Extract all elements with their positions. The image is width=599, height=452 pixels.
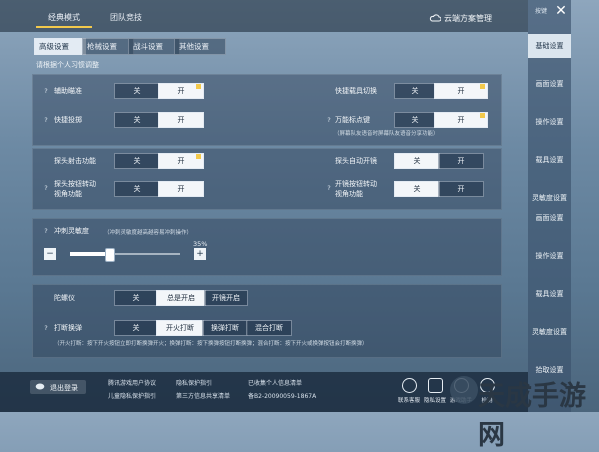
peek-fire-off[interactable]: 关	[114, 153, 160, 169]
peek-view-on[interactable]: 开	[158, 181, 204, 197]
sidebar-item-vehicle-2[interactable]: 载具设置	[528, 282, 571, 306]
interrupt-mixed[interactable]: 混合打断	[246, 320, 292, 336]
quick-throw-label: 快捷投掷	[54, 116, 82, 124]
privacy-settings-icon[interactable]	[428, 378, 443, 393]
quick-vehicle-off[interactable]: 关	[394, 83, 436, 99]
universal-mark-off[interactable]: 关	[394, 112, 436, 128]
sidebar-item-vehicle[interactable]: 载具设置	[528, 148, 571, 172]
help-icon[interactable]: ?	[325, 116, 333, 124]
quick-throw-off[interactable]: 关	[114, 112, 160, 128]
help-icon[interactable]: ?	[42, 87, 50, 95]
settings-group-sprint	[32, 218, 502, 276]
aim-assist-off[interactable]: 关	[114, 83, 160, 99]
quick-vehicle-switch-label: 快捷载具切换	[335, 87, 377, 95]
icp-license: 备B2-20090059-1867A	[248, 393, 317, 400]
sprint-sensitivity-note: （冲刺灵敏度越高越容易冲刺操作）	[104, 230, 193, 236]
sidebar-item-graphics-2[interactable]: 画面设置	[528, 206, 571, 230]
cloud-icon	[429, 14, 442, 22]
cloud-plan-manage-link[interactable]: 云端方案管理	[444, 13, 492, 24]
watermark-text: 天成手游网	[478, 381, 586, 451]
peek-view-label-2: 视角功能	[54, 190, 82, 198]
scope-view-off[interactable]: 关	[394, 181, 440, 197]
quick-throw-on[interactable]: 开	[158, 112, 204, 128]
sidebar-item-basic[interactable]: 基础设置	[528, 34, 571, 58]
link-third-party-share[interactable]: 第三方信息共享清单	[176, 391, 230, 400]
sidebar-item-sensitivity-2[interactable]: 灵敏度设置	[528, 320, 571, 344]
sprint-plus-button[interactable]: +	[194, 248, 206, 260]
peek-view-off[interactable]: 关	[114, 181, 160, 197]
auto-peek-on[interactable]: 开	[438, 153, 484, 169]
scope-view-label-1: 开镜按钮转动	[335, 180, 377, 188]
sprint-slider-handle[interactable]	[104, 248, 115, 262]
scope-view-on[interactable]: 开	[438, 181, 484, 197]
help-icon[interactable]: ?	[42, 227, 50, 235]
sidebar-item-controls-2[interactable]: 操作设置	[528, 244, 571, 268]
section-hint: 请根据个人习惯调整	[36, 61, 99, 69]
gyro-scope-on[interactable]: 开镜开启	[204, 290, 248, 306]
sprint-sensitivity-label: 冲刺灵敏度	[54, 227, 89, 235]
chat-icon	[35, 383, 45, 391]
sprint-slider-fill	[70, 252, 109, 256]
link-personal-info-list[interactable]: 已收集个人信息清单	[248, 378, 302, 387]
subtab-weapon[interactable]: 枪械设置	[82, 38, 134, 55]
subtab-combat[interactable]: 战斗设置	[128, 38, 180, 55]
link-user-agreement[interactable]: 腾讯游戏用户协议	[108, 378, 156, 387]
interrupt-reload-note: （开火打断：按下开火按钮立即打断换弹开火；换弹打断：按下换弹按钮打断换弹；混合打…	[54, 341, 368, 347]
sidebar-item-graphics[interactable]: 画面设置	[528, 72, 571, 96]
universal-mark-label: 万能标点键	[335, 116, 370, 124]
watermark-logo	[450, 376, 478, 404]
subtab-advanced[interactable]: 高级设置	[34, 38, 86, 55]
peek-view-label-1: 探头按钮转动	[54, 180, 96, 188]
interrupt-reload[interactable]: 换弹打断	[202, 320, 248, 336]
help-icon[interactable]: ?	[42, 184, 50, 192]
new-badge-icon	[196, 154, 201, 159]
new-badge-icon	[196, 84, 201, 89]
help-icon[interactable]: ?	[42, 116, 50, 124]
interrupt-reload-label: 打断换弹	[54, 324, 82, 332]
close-icon[interactable]: ✕	[552, 2, 570, 20]
link-privacy-guide[interactable]: 隐私保护指引	[176, 378, 212, 387]
auto-peek-off[interactable]: 关	[394, 153, 440, 169]
customer-service-icon[interactable]	[402, 378, 417, 393]
help-icon[interactable]: ?	[42, 324, 50, 332]
new-badge-icon	[480, 84, 485, 89]
gyroscope-label: 陀螺仪	[54, 294, 75, 302]
logout-label[interactable]: 退出登录	[50, 383, 78, 393]
new-badge-icon	[480, 113, 485, 118]
sidebar-top-label: 按键	[535, 8, 548, 15]
interrupt-fire[interactable]: 开火打断	[156, 320, 204, 336]
sidebar-item-controls[interactable]: 操作设置	[528, 110, 571, 134]
scope-view-label-2: 视角功能	[335, 190, 363, 198]
gyro-off[interactable]: 关	[114, 290, 158, 306]
subtab-other[interactable]: 其他设置	[174, 38, 226, 55]
gyro-always-on[interactable]: 总是开启	[156, 290, 206, 306]
sprint-value: 35%	[193, 240, 208, 248]
sprint-minus-button[interactable]: −	[44, 248, 56, 260]
tab-team-match[interactable]: 团队竞技	[98, 10, 154, 26]
auto-peek-scope-label: 探头自动开镜	[335, 157, 377, 165]
link-child-privacy[interactable]: 儿童隐私保护指引	[108, 391, 156, 400]
aim-assist-label: 辅助瞄准	[54, 87, 82, 95]
tab-classic-mode[interactable]: 经典模式	[36, 10, 92, 28]
peek-fire-label: 探头射击功能	[54, 157, 96, 165]
universal-mark-note: （屏幕队友语音时屏幕队友语音分享功能）	[334, 131, 439, 137]
interrupt-off[interactable]: 关	[114, 320, 158, 336]
help-icon[interactable]: ?	[325, 184, 333, 192]
